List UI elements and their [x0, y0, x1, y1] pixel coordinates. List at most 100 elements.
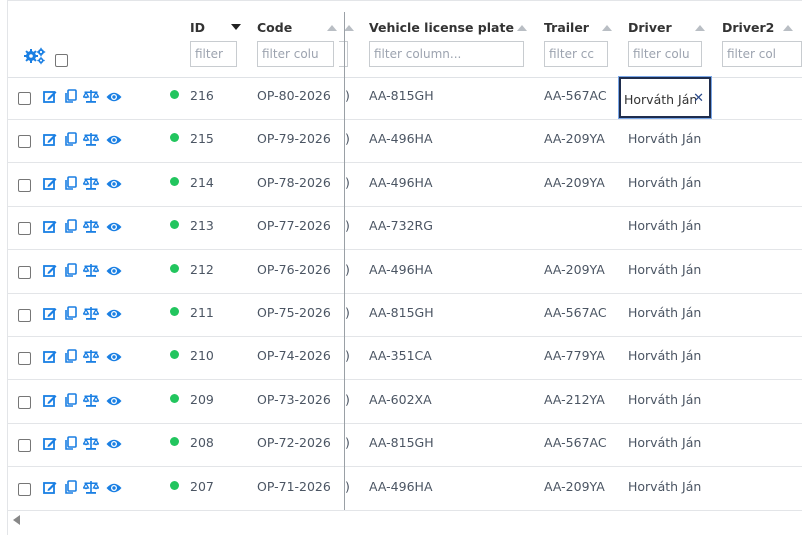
copy-icon[interactable]	[64, 88, 78, 103]
row-checkbox[interactable]	[18, 309, 31, 322]
scroll-left-arrow-icon[interactable]	[13, 515, 20, 525]
eye-icon[interactable]	[106, 392, 122, 406]
table-row[interactable]: 215 OP-79-2026 AA-496HA AA-209YA) Horváth Já…	[8, 120, 802, 164]
edit-icon[interactable]	[43, 435, 57, 451]
table-row[interactable]: 210 OP-74-2026 AA-351CA AA-779YA) Horváth Já…	[8, 337, 802, 381]
eye-icon[interactable]	[106, 175, 122, 189]
eye-icon[interactable]	[106, 479, 122, 493]
table-row[interactable]: 207 OP-71-2026 AA-496HA AA-209YA) Horváth Já…	[8, 468, 802, 511]
table-row[interactable]: 213 OP-77-2026 AA-732RG) Horváth Ján	[8, 207, 802, 251]
sort-icon[interactable]	[602, 25, 612, 31]
edit-icon[interactable]	[43, 479, 57, 494]
driver-cell-editor[interactable]: Horváth Ján ✕	[619, 77, 711, 118]
row-checkbox[interactable]	[18, 92, 31, 105]
edit-icon[interactable]	[43, 392, 57, 407]
cell-clipped: )	[345, 88, 350, 103]
column-header-trailer[interactable]: Trailer	[544, 20, 589, 36]
scale-icon[interactable]	[82, 479, 100, 494]
scale-icon[interactable]	[82, 218, 100, 233]
copy-icon[interactable]	[64, 435, 78, 450]
scale-icon[interactable]	[82, 175, 100, 190]
eye-icon[interactable]	[106, 435, 122, 449]
clear-icon[interactable]: ✕	[693, 91, 704, 106]
edit-icon[interactable]	[43, 218, 57, 234]
column-header-vehicle-license-plate[interactable]: Vehicle license plate	[369, 20, 514, 36]
table-row[interactable]: 216 OP-80-2026 AA-815GH AA-567AC) Horváth Já…	[8, 77, 802, 120]
copy-icon[interactable]	[64, 479, 78, 494]
scale-icon[interactable]	[82, 131, 100, 147]
scale-icon[interactable]	[82, 348, 100, 364]
cell-code: OP-77-2026	[257, 218, 331, 234]
column-header-driver2[interactable]: Driver2	[722, 20, 774, 36]
sort-icon[interactable]	[344, 25, 354, 31]
filter-input-trailer[interactable]	[544, 41, 608, 67]
column-header-driver[interactable]: Driver	[628, 20, 672, 36]
row-checkbox[interactable]	[18, 352, 31, 366]
row-checkbox[interactable]	[18, 395, 31, 409]
filter-input-vehicle-license-plate[interactable]	[369, 41, 524, 67]
scale-icon[interactable]	[82, 88, 100, 103]
edit-icon[interactable]	[43, 305, 57, 320]
edit-icon[interactable]	[43, 262, 57, 277]
sort-icon[interactable]	[327, 25, 337, 31]
filter-input-id[interactable]	[190, 41, 237, 67]
table-row[interactable]: 211 OP-75-2026 AA-815GH AA-567AC) Horváth Já…	[8, 294, 802, 337]
copy-icon[interactable]	[64, 175, 78, 190]
cell-driver: Horváth Ján	[628, 174, 702, 190]
select-all-checkbox[interactable]	[55, 54, 68, 67]
driver-editor-value[interactable]: Horváth Ján	[624, 92, 696, 107]
table-row[interactable]: 209 OP-73-2026 AA-602XA AA-212YA) Horváth Já…	[8, 381, 802, 424]
cell-vehicle-license-plate: AA-732RG	[369, 218, 433, 234]
filter-input-driver[interactable]	[628, 41, 702, 67]
sort-icon[interactable]	[517, 25, 527, 31]
column-header-code[interactable]: Code	[257, 20, 292, 36]
cell-vehicle-license-plate: AA-496HA	[369, 478, 433, 494]
row-checkbox[interactable]	[18, 439, 31, 453]
eye-icon[interactable]	[106, 305, 122, 319]
eye-icon[interactable]	[106, 348, 122, 362]
cell-code: OP-78-2026	[257, 174, 331, 190]
column-header-id[interactable]: ID	[190, 20, 205, 36]
cell-id: 214	[190, 174, 214, 190]
row-checkbox[interactable]	[18, 222, 31, 236]
status-dot-icon	[170, 307, 179, 316]
edit-icon[interactable]	[43, 175, 57, 190]
row-checkbox[interactable]	[18, 482, 31, 496]
gears-icon[interactable]	[24, 47, 46, 65]
filter-input-driver2[interactable]	[722, 41, 802, 67]
sort-desc-icon[interactable]	[231, 24, 241, 30]
row-checkbox[interactable]	[18, 265, 31, 279]
eye-icon[interactable]	[106, 218, 122, 232]
scale-icon[interactable]	[82, 262, 100, 277]
copy-icon[interactable]	[64, 348, 78, 364]
cell-driver: Horváth Ján	[628, 305, 702, 320]
row-checkbox[interactable]	[18, 178, 31, 192]
cell-driver: Horváth Ján	[628, 218, 702, 234]
horizontal-scrollbar[interactable]	[8, 510, 802, 531]
eye-icon[interactable]	[106, 131, 122, 145]
edit-icon[interactable]	[43, 348, 57, 364]
copy-icon[interactable]	[64, 131, 78, 147]
sort-icon[interactable]	[695, 25, 705, 31]
table-row[interactable]: 212 OP-76-2026 AA-496HA AA-209YA) Horváth Já…	[8, 251, 802, 294]
table-row[interactable]: 214 OP-78-2026 AA-496HA AA-209YA) Horváth Já…	[8, 164, 802, 207]
copy-icon[interactable]	[64, 392, 78, 407]
status-dot-icon	[170, 480, 179, 490]
row-checkbox[interactable]	[18, 135, 31, 149]
scale-icon[interactable]	[82, 392, 100, 407]
filter-input-code[interactable]	[257, 41, 334, 67]
scale-icon[interactable]	[82, 305, 100, 320]
scale-icon[interactable]	[82, 435, 100, 450]
edit-icon[interactable]	[43, 88, 57, 103]
eye-icon[interactable]	[106, 88, 122, 102]
cell-clipped: )	[345, 261, 350, 277]
cell-clipped: )	[345, 435, 350, 451]
copy-icon[interactable]	[64, 218, 78, 233]
eye-icon[interactable]	[106, 262, 122, 276]
edit-icon[interactable]	[43, 131, 57, 147]
copy-icon[interactable]	[64, 262, 78, 277]
copy-icon[interactable]	[64, 305, 78, 320]
cell-id: 212	[190, 261, 214, 277]
sort-icon[interactable]	[783, 25, 793, 31]
table-row[interactable]: 208 OP-72-2026 AA-815GH AA-567AC) Horváth Já…	[8, 424, 802, 468]
